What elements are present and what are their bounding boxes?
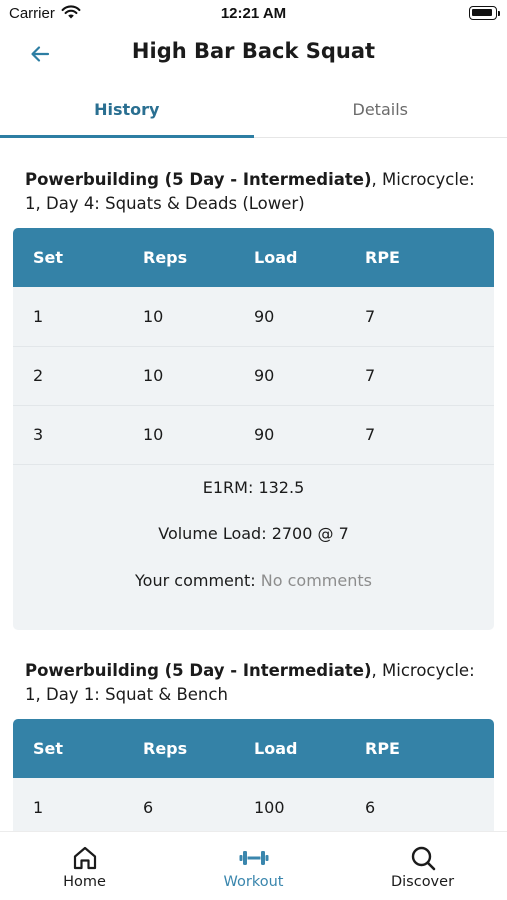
cell-reps: 6 (123, 778, 234, 831)
table-header-row: Set Reps Load RPE (13, 228, 494, 287)
sets-table: Set Reps Load RPE 1 6 100 6 (13, 719, 494, 831)
cell-load: 90 (234, 287, 345, 347)
sets-table: Set Reps Load RPE 1 10 90 7 2 10 90 7 3 … (13, 228, 494, 465)
session-header: Powerbuilding (5 Day - Intermediate), Mi… (13, 139, 494, 228)
column-header-load: Load (234, 719, 345, 778)
comment-line: Your comment: No comments (13, 570, 494, 617)
navigation-bar: High Bar Back Squat (0, 28, 507, 80)
session-entry: Powerbuilding (5 Day - Intermediate), Mi… (0, 139, 507, 630)
table-row: 1 6 100 6 (13, 778, 494, 831)
session-entry: Powerbuilding (5 Day - Intermediate), Mi… (0, 630, 507, 831)
volume-load-value: Volume Load: 2700 @ 7 (158, 524, 349, 543)
program-name: Powerbuilding (5 Day - Intermediate) (25, 661, 372, 680)
cell-reps: 10 (123, 346, 234, 406)
bottom-tab-label: Workout (223, 874, 284, 890)
session-summary: E1RM: 132.5 Volume Load: 2700 @ 7 Your c… (13, 465, 494, 631)
program-name: Powerbuilding (5 Day - Intermediate) (25, 170, 372, 189)
bottom-tab-label: Home (63, 874, 106, 890)
cell-set: 3 (13, 405, 123, 465)
cell-rpe: 7 (345, 287, 494, 347)
bottom-tab-label: Discover (390, 874, 455, 890)
set-card: Set Reps Load RPE 1 6 100 6 (13, 719, 494, 831)
table-row: 3 10 90 7 (13, 405, 494, 465)
column-header-set: Set (13, 228, 123, 287)
comment-label: Your comment: (135, 570, 261, 590)
bottom-tab-bar: Home Workout Discover (0, 831, 507, 900)
session-header: Powerbuilding (5 Day - Intermediate), Mi… (13, 630, 494, 719)
column-header-load: Load (234, 228, 345, 287)
table-row: 1 10 90 7 (13, 287, 494, 347)
cell-rpe: 6 (345, 778, 494, 831)
table-header-row: Set Reps Load RPE (13, 719, 494, 778)
column-header-reps: Reps (123, 228, 234, 287)
column-header-rpe: RPE (345, 719, 494, 778)
bottom-tab-workout[interactable]: Workout (169, 832, 338, 900)
history-list[interactable]: Powerbuilding (5 Day - Intermediate), Mi… (0, 139, 507, 831)
cell-load: 90 (234, 405, 345, 465)
cell-rpe: 7 (345, 405, 494, 465)
cell-load: 90 (234, 346, 345, 406)
cell-set: 1 (13, 778, 123, 831)
cell-reps: 10 (123, 405, 234, 465)
column-header-reps: Reps (123, 719, 234, 778)
cell-reps: 10 (123, 287, 234, 347)
bottom-tab-discover[interactable]: Discover (338, 832, 507, 900)
column-header-rpe: RPE (345, 228, 494, 287)
set-card: Set Reps Load RPE 1 10 90 7 2 10 90 7 3 … (13, 228, 494, 630)
table-row: 2 10 90 7 (13, 346, 494, 406)
column-header-set: Set (13, 719, 123, 778)
status-bar: Carrier 12:21 AM (0, 0, 507, 28)
cell-set: 1 (13, 287, 123, 347)
search-icon (411, 846, 435, 871)
bottom-tab-home[interactable]: Home (0, 832, 169, 900)
cell-set: 2 (13, 346, 123, 406)
e1rm-value: E1RM: 132.5 (202, 477, 305, 497)
battery-icon (469, 6, 500, 20)
cell-rpe: 7 (345, 346, 494, 406)
home-icon (73, 846, 96, 870)
comment-value: No comments (260, 570, 372, 590)
dumbbell-icon (239, 851, 268, 865)
cell-load: 100 (234, 778, 345, 831)
tab-bar: History Details (0, 90, 507, 138)
tab-details[interactable]: Details (254, 90, 507, 137)
tab-history[interactable]: History (0, 90, 254, 138)
page-title: High Bar Back Squat (131, 39, 376, 63)
clock: 12:21 AM (220, 5, 287, 22)
